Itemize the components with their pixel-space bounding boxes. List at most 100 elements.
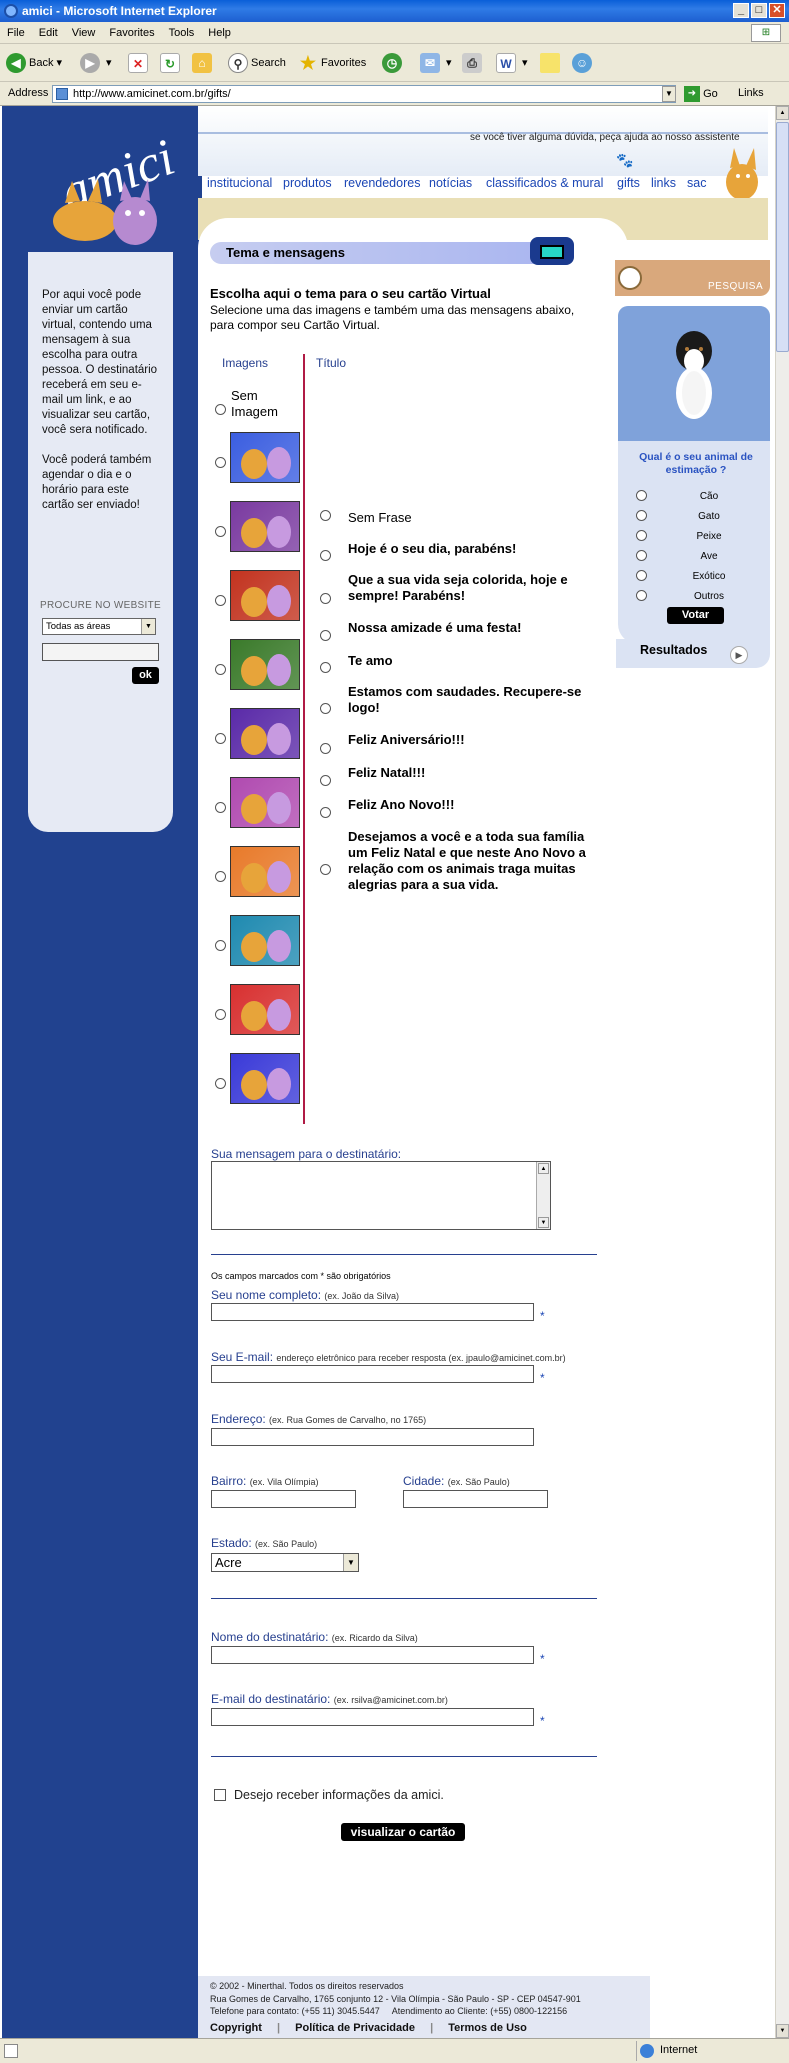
cidade-input[interactable] [403, 1490, 548, 1508]
discuss-button[interactable] [540, 52, 563, 74]
image-radio-6[interactable] [215, 802, 226, 813]
card-thumbnail-2[interactable] [230, 501, 300, 552]
bairro-input[interactable] [211, 1490, 356, 1508]
poll-radio-3[interactable] [636, 530, 647, 541]
image-radio-2[interactable] [215, 526, 226, 537]
endereco-input[interactable] [211, 1428, 534, 1446]
menu-tools[interactable]: Tools [162, 22, 202, 44]
textarea-scrollbar[interactable]: ▲ ▼ [536, 1162, 550, 1229]
nav-links[interactable]: links [651, 176, 676, 190]
message-radio-5[interactable] [320, 662, 331, 673]
menu-view[interactable]: View [65, 22, 103, 44]
image-radio-3[interactable] [215, 595, 226, 606]
nav-produtos[interactable]: produtos [283, 176, 332, 190]
nav-institucional[interactable]: institucional [207, 176, 272, 190]
menu-edit[interactable]: Edit [32, 22, 65, 44]
scroll-down-button[interactable]: ▼ [776, 2024, 789, 2038]
nome-input[interactable] [211, 1303, 534, 1321]
search-area-select[interactable]: Todas as áreas ▼ [42, 618, 156, 635]
image-radio-7[interactable] [215, 871, 226, 882]
newsletter-checkbox[interactable] [214, 1789, 226, 1801]
bairro-label: Bairro: (ex. Vila Olímpia) [211, 1474, 319, 1488]
email-input[interactable] [211, 1365, 534, 1383]
poll-radio-5[interactable] [636, 570, 647, 581]
message-radio-3[interactable] [320, 593, 331, 604]
card-thumbnail-8[interactable] [230, 915, 300, 966]
message-textarea[interactable]: ▲ ▼ [211, 1161, 551, 1230]
card-thumbnail-5[interactable] [230, 708, 300, 759]
edit-button[interactable]: W ▾ [496, 52, 528, 74]
menu-favorites[interactable]: Favorites [102, 22, 161, 44]
card-thumbnail-3[interactable] [230, 570, 300, 621]
print-button[interactable]: ⎙ [462, 52, 485, 74]
minimize-button[interactable]: _ [733, 3, 749, 18]
links-button[interactable]: Links [738, 87, 764, 99]
poll-radio-1[interactable] [636, 490, 647, 501]
refresh-button[interactable]: ↻ [160, 52, 183, 74]
url-input[interactable]: http://www.amicinet.com.br/gifts/ [52, 85, 676, 103]
nav-noticias[interactable]: notícias [429, 176, 472, 190]
scroll-up-button[interactable]: ▲ [776, 106, 789, 120]
card-thumbnail-7[interactable] [230, 846, 300, 897]
card-thumbnail-10[interactable] [230, 1053, 300, 1104]
search-input[interactable] [42, 643, 159, 661]
poll-radio-2[interactable] [636, 510, 647, 521]
refresh-icon: ↻ [160, 53, 180, 74]
dest-nome-input[interactable] [211, 1646, 534, 1664]
play-arrow-icon[interactable]: ▶ [730, 646, 748, 664]
messenger-button[interactable]: ☺ [572, 52, 595, 74]
vertical-scrollbar[interactable]: ▲ ▼ [775, 106, 789, 2038]
maximize-button[interactable]: □ [751, 3, 767, 18]
message-radio-6[interactable] [320, 703, 331, 714]
message-radio-10[interactable] [320, 864, 331, 875]
stop-button[interactable]: ✕ [128, 52, 151, 74]
menu-help[interactable]: Help [201, 22, 238, 44]
message-radio-4[interactable] [320, 630, 331, 641]
vote-button[interactable]: Votar [667, 607, 724, 624]
close-button[interactable]: ✕ [769, 3, 785, 18]
history-button[interactable]: ◷ [382, 52, 405, 74]
card-thumbnail-1[interactable] [230, 432, 300, 483]
nav-revendedores[interactable]: revendedores [344, 176, 420, 190]
message-radio-9[interactable] [320, 807, 331, 818]
cat-mascot-icon[interactable] [720, 142, 765, 202]
back-button[interactable]: ◀ Back ▾ [6, 52, 62, 74]
help-text[interactable]: se você tiver alguma dúvida, peça ajuda … [470, 132, 740, 143]
forward-button[interactable]: ▶ ▾ [80, 52, 112, 74]
image-radio-1[interactable] [215, 457, 226, 468]
nav-sac[interactable]: sac [687, 176, 706, 190]
image-radio-4[interactable] [215, 664, 226, 675]
footer-privacy-link[interactable]: Política de Privacidade [295, 2022, 415, 2034]
image-radio-5[interactable] [215, 733, 226, 744]
nav-gifts[interactable]: gifts [617, 176, 640, 190]
results-link[interactable]: Resultados [640, 643, 707, 657]
card-thumbnail-9[interactable] [230, 984, 300, 1035]
dest-email-input[interactable] [211, 1708, 534, 1726]
image-radio-9[interactable] [215, 1009, 226, 1020]
scroll-thumb[interactable] [776, 122, 789, 352]
nav-classificados[interactable]: classificados & mural [486, 176, 603, 190]
menu-file[interactable]: File [0, 22, 32, 44]
mail-button[interactable]: ✉ ▾ [420, 52, 452, 74]
search-ok-button[interactable]: ok [132, 667, 159, 684]
image-radio-10[interactable] [215, 1078, 226, 1089]
footer-copyright-link[interactable]: Copyright [210, 2022, 262, 2034]
go-button[interactable]: ➜ Go [684, 86, 718, 103]
search-button[interactable]: ⚲ Search [228, 52, 286, 74]
footer-terms-link[interactable]: Termos de Uso [448, 2022, 527, 2034]
home-button[interactable]: ⌂ [192, 52, 215, 74]
image-radio-8[interactable] [215, 940, 226, 951]
message-radio-1[interactable] [320, 510, 331, 521]
preview-card-button[interactable]: visualizar o cartão [341, 1823, 465, 1841]
message-radio-8[interactable] [320, 775, 331, 786]
poll-radio-6[interactable] [636, 590, 647, 601]
estado-select[interactable]: Acre ▼ [211, 1553, 359, 1572]
url-dropdown-button[interactable]: ▼ [662, 86, 676, 102]
poll-radio-4[interactable] [636, 550, 647, 561]
card-thumbnail-4[interactable] [230, 639, 300, 690]
message-radio-7[interactable] [320, 743, 331, 754]
favorites-button[interactable]: ★ Favorites [298, 52, 366, 74]
image-radio-none[interactable] [215, 404, 226, 415]
message-radio-2[interactable] [320, 550, 331, 561]
card-thumbnail-6[interactable] [230, 777, 300, 828]
